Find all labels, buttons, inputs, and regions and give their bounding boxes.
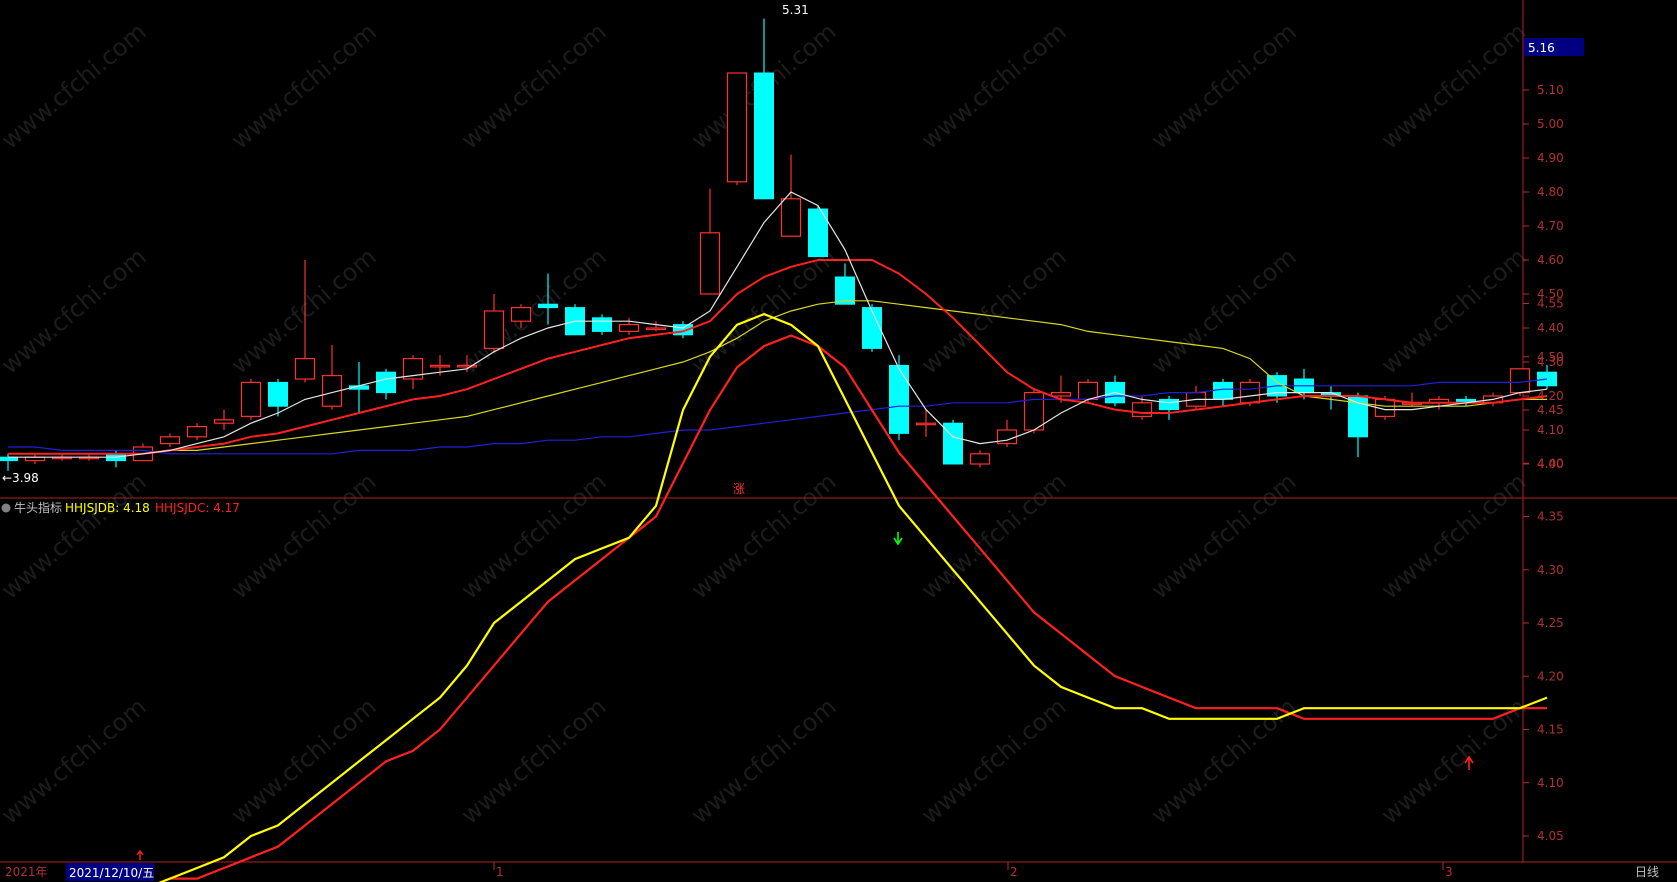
watermark-text: www.cfchi.com <box>0 692 152 829</box>
candle-body-up <box>294 358 316 380</box>
candle-body-up <box>1131 402 1153 417</box>
indicator-name[interactable]: 牛头指标 <box>14 500 62 515</box>
candle-body-up <box>1023 392 1045 431</box>
indicator-tick-label: 4.30 <box>1537 563 1564 577</box>
sell-arrow-icon <box>893 532 903 546</box>
watermark-text: www.cfchi.com <box>1146 242 1302 379</box>
watermark-text: www.cfchi.com <box>686 467 842 604</box>
indicator-tick-label: 4.05 <box>1537 829 1564 843</box>
candle-body-up <box>186 426 208 438</box>
candle-body-down <box>862 307 882 349</box>
candle-body-up <box>969 453 991 465</box>
watermark-text: www.cfchi.com <box>1376 467 1532 604</box>
watermark-text: www.cfchi.com <box>456 467 612 604</box>
high-price-label: 5.31 <box>782 3 809 17</box>
price-tick-label: 4.70 <box>1537 219 1564 233</box>
watermark-text: www.cfchi.com <box>456 692 612 829</box>
price-tick-label: 5.10 <box>1537 83 1564 97</box>
cursor-date-label: 2021/12/10/五 <box>69 866 154 880</box>
ma-line-white <box>8 191 1548 458</box>
watermark-text: www.cfchi.com <box>456 17 612 154</box>
watermark-text: www.cfchi.com <box>0 17 152 154</box>
candle-body-up <box>1050 392 1072 397</box>
candle-body-up <box>1239 381 1261 404</box>
price-tick-label: 4.80 <box>1537 185 1564 199</box>
price-tick-label: 4.90 <box>1537 151 1564 165</box>
watermark-text: www.cfchi.com <box>0 242 152 379</box>
watermark-text: www.cfchi.com <box>916 17 1072 154</box>
indicator-value-b: HHJSJDB: 4.18 <box>65 501 150 515</box>
price-tick-label: 4.10 <box>1537 423 1564 437</box>
watermark-text: www.cfchi.com <box>226 17 382 154</box>
zhang-marker: 涨 <box>733 481 745 496</box>
candle-body-up <box>780 198 802 237</box>
indicator-tick-label: 4.50 <box>1537 350 1564 364</box>
candle-body-down <box>1213 381 1233 400</box>
indicator-value-c: HHJSJDC: 4.17 <box>155 501 240 515</box>
candle-body-up <box>159 436 181 445</box>
price-tick-label: 4.40 <box>1537 321 1564 335</box>
candle-body-down <box>754 72 774 200</box>
indicator-settings-icon[interactable] <box>1 503 11 513</box>
price-tick-label: 4.60 <box>1537 253 1564 267</box>
watermark-text: www.cfchi.com <box>1146 467 1302 604</box>
ma-line-blue <box>8 378 1548 455</box>
month-label-2: 2 <box>1010 865 1018 879</box>
indicator-tick-label: 4.35 <box>1537 510 1564 524</box>
candle-body-down <box>889 364 909 434</box>
candle-body-down <box>592 317 612 332</box>
watermark-text: www.cfchi.com <box>1146 692 1302 829</box>
indicator-tick-label: 4.15 <box>1537 723 1564 737</box>
indicator-tick-label: 4.25 <box>1537 616 1564 630</box>
month-label-1: 1 <box>496 865 504 879</box>
candle-body-up <box>1509 368 1531 394</box>
candle-body-up <box>429 364 451 368</box>
watermark-text: www.cfchi.com <box>916 467 1072 604</box>
candle-body-down <box>376 371 396 394</box>
candle-body-up <box>483 310 505 350</box>
candle-body-up <box>1077 381 1099 400</box>
indicator-tick-label: 4.45 <box>1537 403 1564 417</box>
watermark-text: www.cfchi.com <box>1146 17 1302 154</box>
time-axis-ticks <box>493 862 1444 870</box>
buy-arrow-icon-start <box>136 849 144 860</box>
indicator-tick-label: 4.20 <box>1537 669 1564 683</box>
candle-body-down <box>835 276 855 305</box>
candle-body-up <box>240 381 262 417</box>
candle-body-down <box>268 381 288 407</box>
current-price-tag: 5.16 <box>1528 41 1555 55</box>
indicator-tick-label: 4.55 <box>1537 297 1564 311</box>
watermark-text: www.cfchi.com <box>1376 242 1532 379</box>
indicator-tick-label: 4.10 <box>1537 776 1564 790</box>
watermark-text: www.cfchi.com <box>916 692 1072 829</box>
year-label: 2021年 <box>5 865 48 879</box>
candle-body-up <box>456 364 478 368</box>
low-price-label: ←3.98 <box>2 471 39 485</box>
watermark-text: www.cfchi.com <box>686 692 842 829</box>
candle-body-up <box>699 232 721 295</box>
candle-body-up <box>213 419 235 424</box>
candle-body-up <box>726 72 748 183</box>
watermark-text: www.cfchi.com <box>0 467 152 604</box>
candle-body-up <box>510 307 532 322</box>
candle-body-up <box>915 422 937 426</box>
candle-body-down <box>1159 398 1179 411</box>
price-tick-label: 5.00 <box>1537 117 1564 131</box>
watermark-text: www.cfchi.com <box>226 467 382 604</box>
ma-line-yellow <box>8 300 1547 455</box>
period-label[interactable]: 日线 <box>1635 865 1659 879</box>
candle-body-down <box>538 303 558 309</box>
watermark-text: www.cfchi.com <box>456 242 612 379</box>
candle-body-up <box>645 327 667 331</box>
candle-body-up <box>618 324 640 333</box>
month-label-3: 3 <box>1445 865 1453 879</box>
watermark-text: www.cfchi.com <box>1376 17 1532 154</box>
indicator-tick-label: 4.40 <box>1537 456 1564 470</box>
